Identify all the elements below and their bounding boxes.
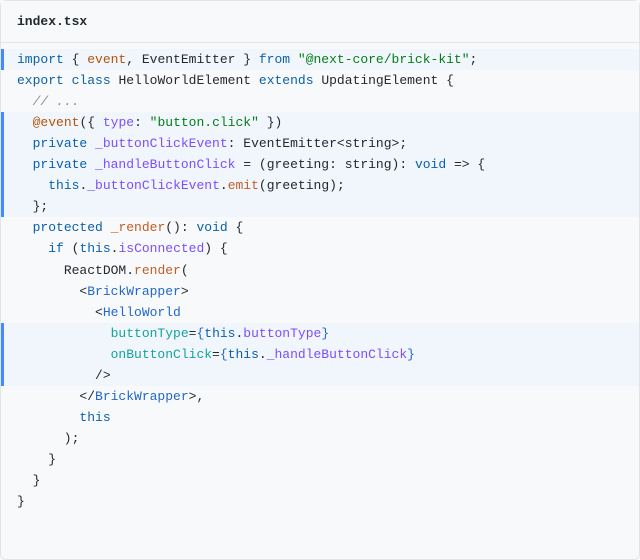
kw-void: void <box>415 157 446 172</box>
fn-emit: emit <box>228 178 259 193</box>
kw-this: this <box>204 326 235 341</box>
base-class: UpdatingElement <box>321 73 438 88</box>
ident-event-emitter: EventEmitter <box>142 52 236 67</box>
tag-brickwrapper-close: BrickWrapper <box>95 389 189 404</box>
kw-private: private <box>33 157 88 172</box>
prop-buttontype: buttonType <box>243 326 321 341</box>
kw-this: this <box>79 241 110 256</box>
ident-event: event <box>87 52 126 67</box>
attr-onbuttonclick: onButtonClick <box>111 347 212 362</box>
type-string: string <box>345 136 392 151</box>
type-string: string <box>345 157 392 172</box>
param-greeting: greeting <box>267 157 329 172</box>
prop-btn-click: _buttonClickEvent <box>95 136 228 151</box>
tag-helloworld: HelloWorld <box>103 305 181 320</box>
file-header: index.tsx <box>1 1 639 43</box>
code-line: protected _render(): void { <box>1 217 639 238</box>
code-line: export class HelloWorldElement extends U… <box>1 70 639 91</box>
decorator-name: event <box>40 115 79 130</box>
prop-handle: _handleButtonClick <box>95 157 235 172</box>
code-line: ReactDOM.render( <box>1 260 639 281</box>
code-line: private _handleButtonClick = (greeting: … <box>1 154 639 175</box>
kw-void: void <box>196 220 227 235</box>
code-line: ); <box>1 428 639 449</box>
code-line: } <box>1 449 639 470</box>
code-line: this._buttonClickEvent.emit(greeting); <box>1 175 639 196</box>
kw-this: this <box>48 178 79 193</box>
kw-export: export <box>17 73 64 88</box>
code-line: } <box>1 491 639 512</box>
kw-protected: protected <box>33 220 103 235</box>
file-name: index.tsx <box>17 14 87 29</box>
code-line: import { event, EventEmitter } from "@ne… <box>1 49 639 70</box>
attr-buttontype: buttonType <box>111 326 189 341</box>
kw-class: class <box>72 73 111 88</box>
type-ee: EventEmitter <box>243 136 337 151</box>
ident-reactdom: ReactDOM <box>64 263 126 278</box>
code-line: buttonType={this.buttonType} <box>1 323 639 344</box>
kw-if: if <box>48 241 64 256</box>
code-block: import { event, EventEmitter } from "@ne… <box>1 43 639 518</box>
tag-brickwrapper: BrickWrapper <box>87 284 181 299</box>
prop-btn-click: _buttonClickEvent <box>87 178 220 193</box>
class-name: HelloWorldElement <box>118 73 251 88</box>
kw-import: import <box>17 52 64 67</box>
fn-reactdom-render: render <box>134 263 181 278</box>
prop-type: type <box>103 115 134 130</box>
code-line: </BrickWrapper>, <box>1 386 639 407</box>
code-line: onButtonClick={this._handleButtonClick} <box>1 344 639 365</box>
arg-greeting: greeting <box>267 178 329 193</box>
prop-isconnected: isConnected <box>118 241 204 256</box>
code-line: if (this.isConnected) { <box>1 238 639 259</box>
comment: // ... <box>33 94 80 109</box>
kw-this: this <box>79 410 110 425</box>
code-line: } <box>1 470 639 491</box>
str-btn: "button.click" <box>150 115 259 130</box>
code-line: }; <box>1 196 639 217</box>
str-pkg: "@next-core/brick-kit" <box>298 52 470 67</box>
code-line: <BrickWrapper> <box>1 281 639 302</box>
code-line: private _buttonClickEvent: EventEmitter<… <box>1 133 639 154</box>
code-line: @event({ type: "button.click" }) <box>1 112 639 133</box>
kw-extends: extends <box>259 73 314 88</box>
code-line: this <box>1 407 639 428</box>
code-line: // ... <box>1 91 639 112</box>
fn-render: _render <box>111 220 166 235</box>
kw-private: private <box>33 136 88 151</box>
code-line: <HelloWorld <box>1 302 639 323</box>
prop-handle: _handleButtonClick <box>267 347 407 362</box>
code-line: /> <box>1 365 639 386</box>
kw-this: this <box>228 347 259 362</box>
kw-from: from <box>259 52 290 67</box>
